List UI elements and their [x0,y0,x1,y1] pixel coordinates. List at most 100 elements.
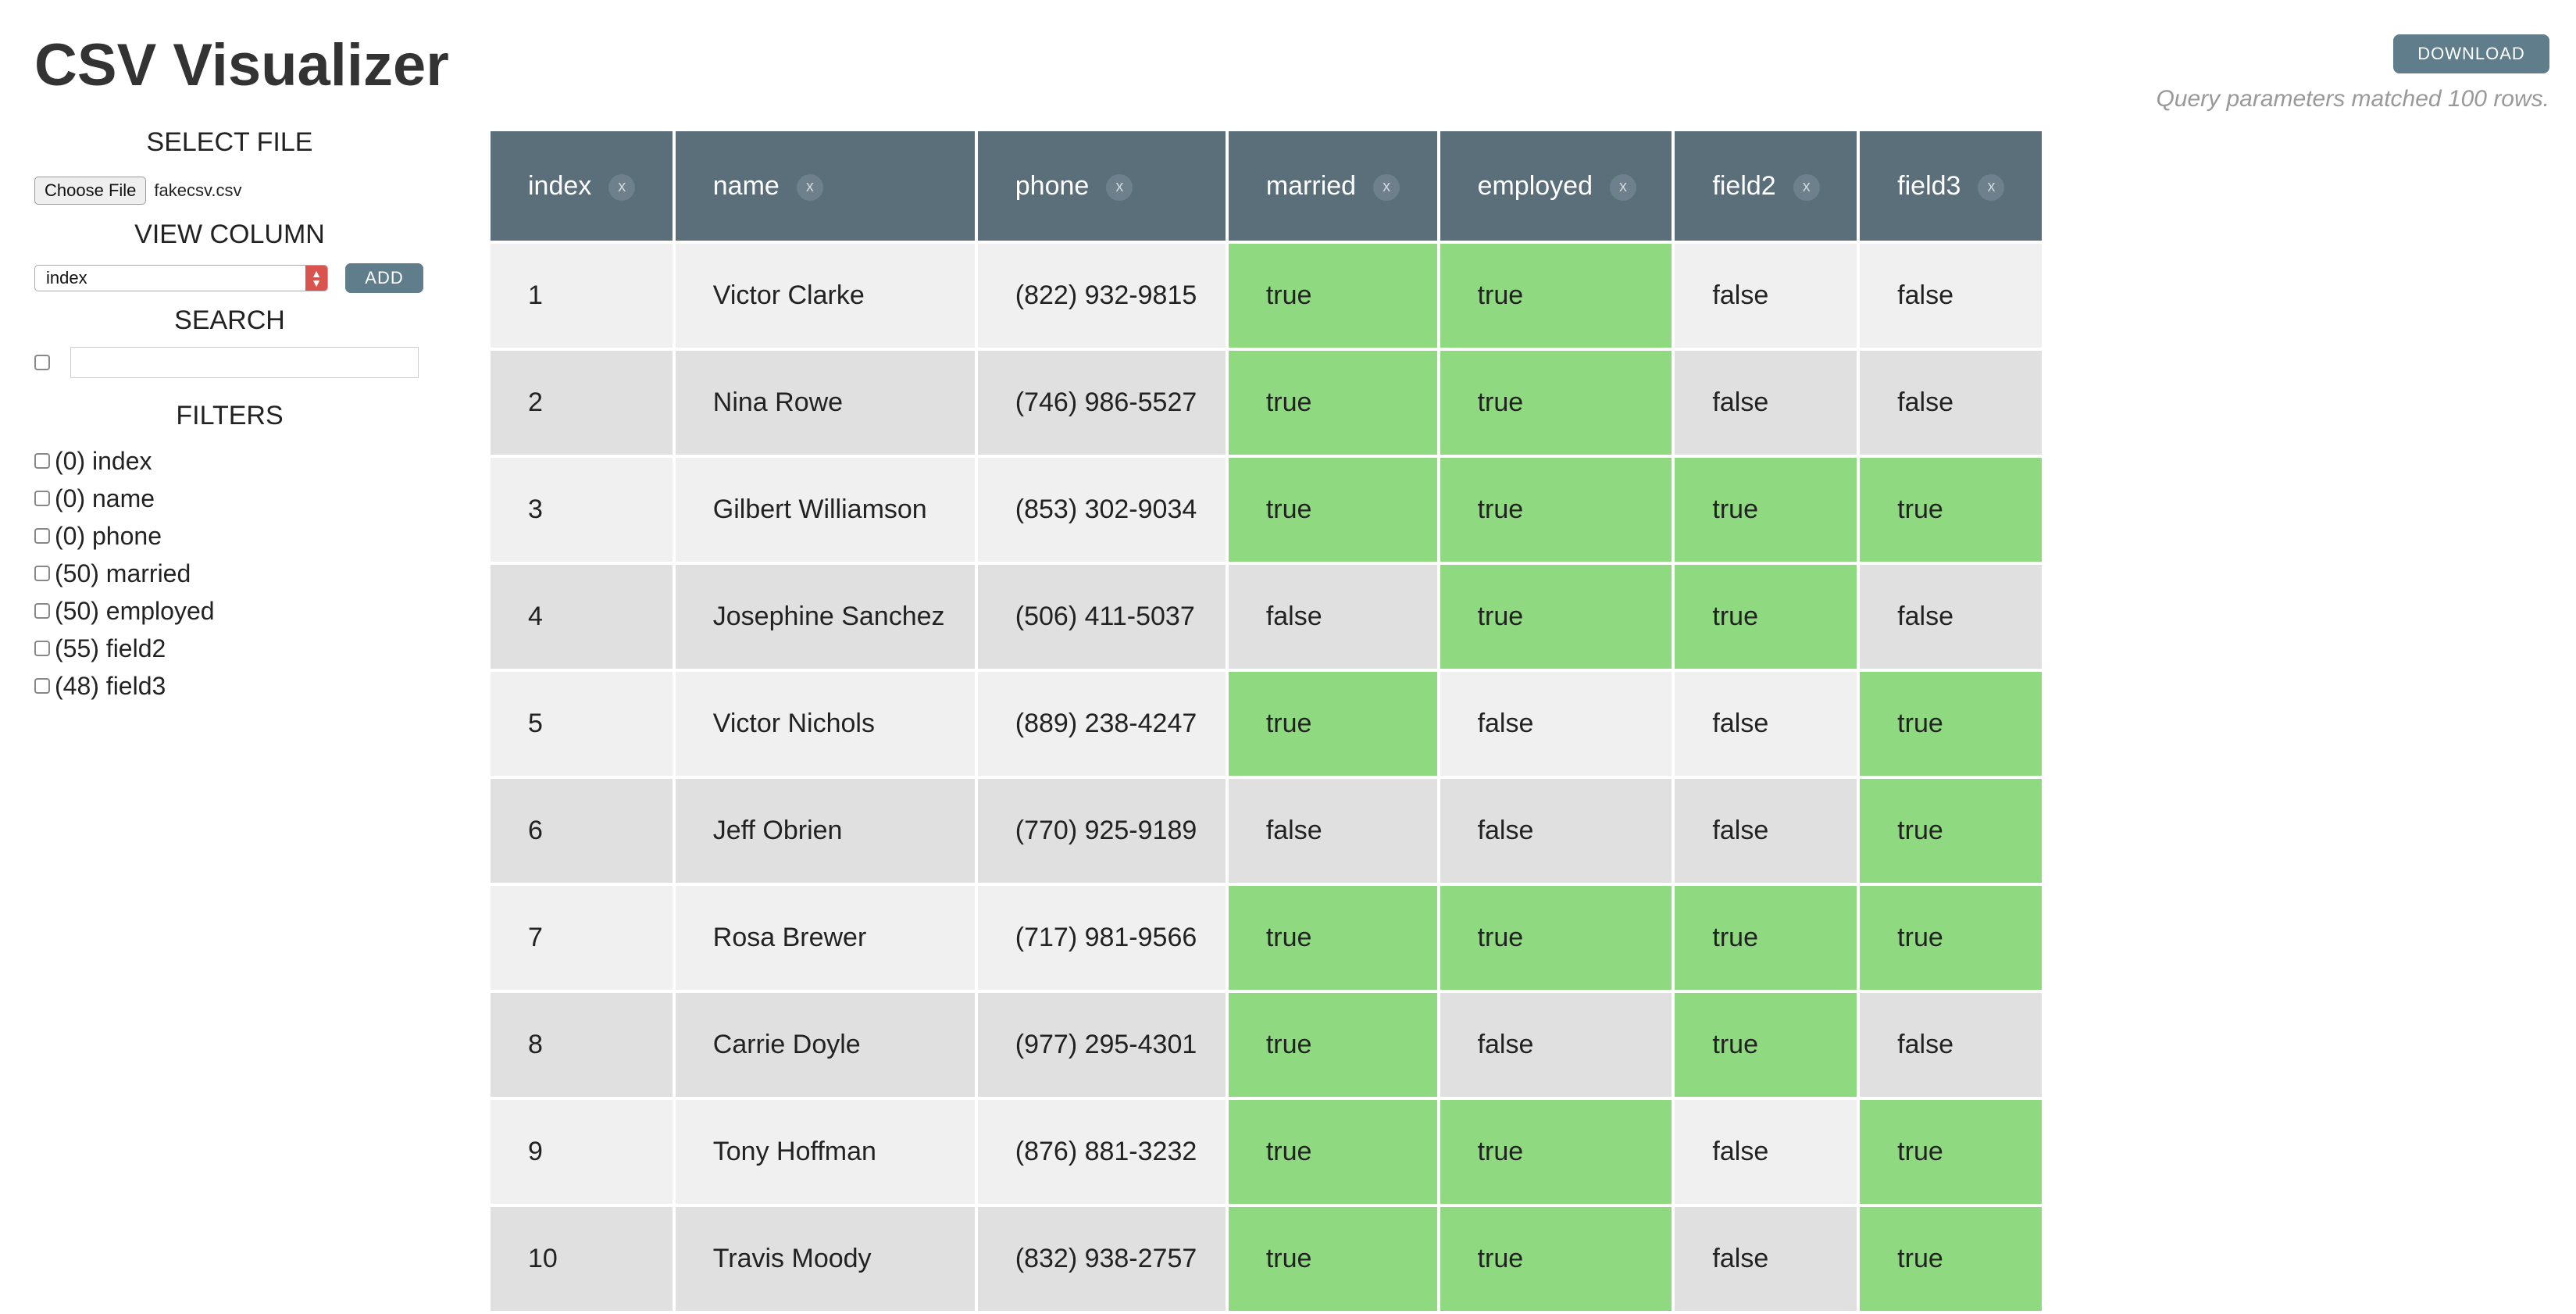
table-cell-field2: false [1675,672,1857,776]
filter-label: (0) index [55,446,152,475]
table-cell-index: 6 [491,779,673,883]
select-arrows-icon: ▲ ▼ [305,266,327,291]
table-cell-index: 9 [491,1100,673,1204]
filter-label: (50) married [55,559,191,587]
column-select-value: index [46,268,87,287]
filter-item[interactable]: (0) name [34,480,425,517]
table-cell-employed: false [1440,993,1672,1097]
table-cell-employed: true [1440,244,1672,348]
table-header-row: index x name x phone x married x employed x field2… [491,131,2042,241]
remove-column-icon[interactable]: x [1106,173,1133,201]
column-header-label: employed [1477,170,1593,201]
remove-column-icon[interactable]: x [1610,173,1636,201]
table-cell-married: true [1228,672,1437,776]
remove-column-icon[interactable]: x [1373,173,1400,201]
remove-column-icon[interactable]: x [608,173,636,201]
table-cell-married: true [1228,458,1437,562]
search-title: SEARCH [174,305,285,335]
column-header-index: index x [491,131,673,241]
table-cell-married: false [1228,565,1437,669]
filter-checkbox[interactable] [34,453,50,469]
table-body: 1 Victor Clarke (822) 932-9815 true true fals… [491,244,2042,1311]
table-cell-name: Jeff Obrien [675,779,975,883]
table-row: 10 Travis Moody (832) 938-2757 true true fals… [491,1207,2042,1311]
data-table: index x name x phone x married x employed x field2… [487,128,2045,1314]
table-cell-employed: true [1440,458,1672,562]
table-cell-name: Rosa Brewer [675,886,975,990]
table-cell-married: true [1228,993,1437,1097]
filter-checkbox[interactable] [34,678,50,694]
table-cell-name: Victor Nichols [675,672,975,776]
search-checkbox[interactable] [34,355,50,370]
select-file-title: SELECT FILE [146,127,313,157]
table-cell-employed: true [1440,1100,1672,1204]
table-cell-phone: (876) 881-3232 [977,1100,1226,1204]
table-cell-index: 8 [491,993,673,1097]
table-cell-employed: false [1440,672,1672,776]
table-cell-name: Nina Rowe [675,351,975,455]
table-cell-phone: (746) 986-5527 [977,351,1226,455]
filter-checkbox[interactable] [34,641,50,656]
table-cell-name: Victor Clarke [675,244,975,348]
table-cell-married: true [1228,886,1437,990]
table-row: 5 Victor Nichols (889) 238-4247 true false fa… [491,672,2042,776]
table-cell-field3: false [1860,993,2042,1097]
sidebar: SELECT FILE Choose File fakecsv.csv VIEW… [34,125,425,705]
query-status: Query parameters matched 100 rows. [2156,86,2549,112]
table-cell-phone: (506) 411-5037 [977,565,1226,669]
table-cell-field2: true [1675,993,1857,1097]
selected-file-name: fakecsv.csv [154,180,242,200]
table-cell-field2: false [1675,1100,1857,1204]
table-cell-field2: true [1675,458,1857,562]
search-input[interactable] [70,347,419,378]
table-row: 7 Rosa Brewer (717) 981-9566 true true true tr… [491,886,2042,990]
table-cell-name: Josephine Sanchez [675,565,975,669]
table-cell-index: 7 [491,886,673,990]
table-cell-married: true [1228,1207,1437,1311]
choose-file-button[interactable]: Choose File [34,177,147,205]
column-header-married: married x [1228,131,1437,241]
table-cell-phone: (977) 295-4301 [977,993,1226,1097]
column-header-label: field3 [1897,170,1961,201]
table-cell-employed: true [1440,1207,1672,1311]
page: CSV Visualizer DOWNLOAD Query parameters… [0,0,2576,1314]
filters-list: (0) index (0) name (0) phone (50) married (5… [34,442,425,705]
column-header-label: phone [1015,170,1090,201]
table-cell-phone: (889) 238-4247 [977,672,1226,776]
filter-checkbox[interactable] [34,603,50,619]
filter-checkbox[interactable] [34,528,50,544]
table-cell-field3: true [1860,779,2042,883]
table-cell-phone: (853) 302-9034 [977,458,1226,562]
filter-item[interactable]: (48) field3 [34,667,425,705]
remove-column-icon[interactable]: x [796,173,823,201]
remove-column-icon[interactable]: x [1978,173,2005,201]
table-cell-married: true [1228,244,1437,348]
table-cell-field3: false [1860,565,2042,669]
view-column-title: VIEW COLUMN [134,220,325,249]
filter-checkbox[interactable] [34,491,50,506]
table-cell-employed: true [1440,886,1672,990]
table-cell-employed: true [1440,565,1672,669]
add-column-button[interactable]: ADD [345,263,423,293]
table-row: 2 Nina Rowe (746) 986-5527 true true false fal… [491,351,2042,455]
download-button[interactable]: DOWNLOAD [2393,34,2549,73]
table-row: 9 Tony Hoffman (876) 881-3232 true true false… [491,1100,2042,1204]
column-header-label: married [1265,170,1357,201]
column-header-label: field2 [1712,170,1776,201]
filter-item[interactable]: (0) index [34,442,425,480]
table-cell-field3: true [1860,1100,2042,1204]
filter-label: (0) name [55,484,155,512]
filter-checkbox[interactable] [34,566,50,581]
view-column-row: index ▲ ▼ ADD [34,262,425,294]
filter-item[interactable]: (55) field2 [34,630,425,667]
column-select[interactable]: index ▲ ▼ [34,265,328,291]
table-cell-name: Carrie Doyle [675,993,975,1097]
table-row: 6 Jeff Obrien (770) 925-9189 false false fals… [491,779,2042,883]
remove-column-icon[interactable]: x [1793,173,1820,201]
filter-item[interactable]: (50) married [34,555,425,592]
table-cell-field3: false [1860,244,2042,348]
table-cell-field2: false [1675,1207,1857,1311]
filter-item[interactable]: (50) employed [34,592,425,630]
filter-item[interactable]: (0) phone [34,517,425,555]
file-picker: Choose File fakecsv.csv [34,175,425,206]
